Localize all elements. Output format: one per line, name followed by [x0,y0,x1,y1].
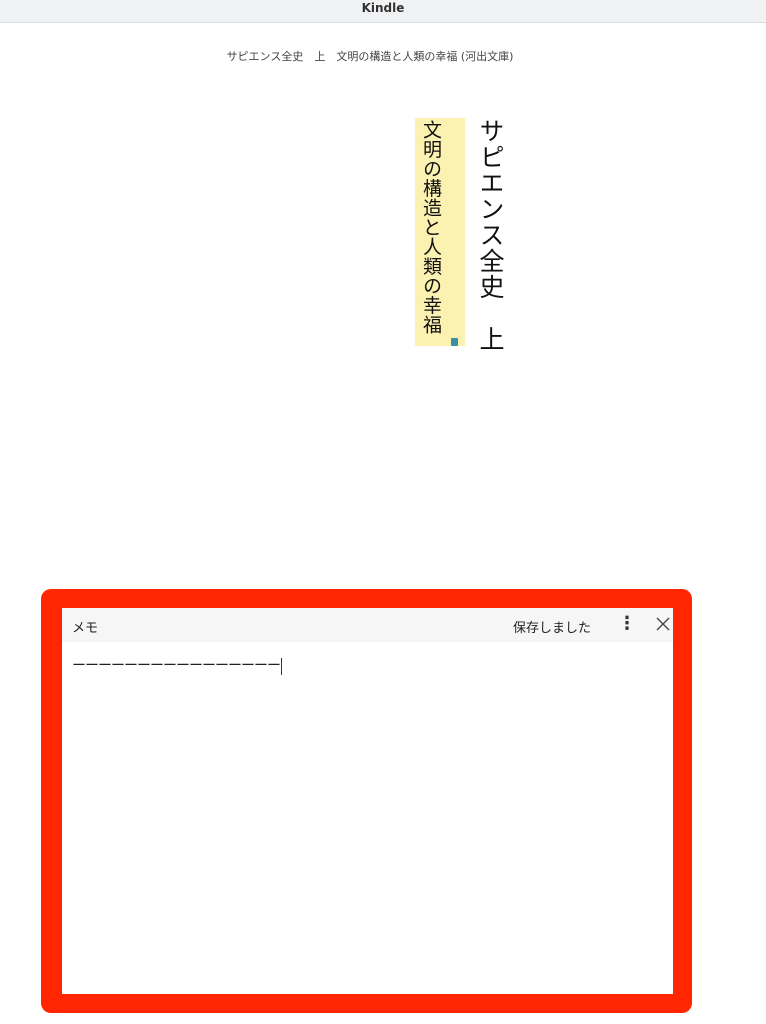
book-subtitle-highlighted[interactable]: 文明の構造と人類の幸福 [418,120,444,335]
memo-save-status: 保存しました [513,621,592,636]
memo-title: メモ [72,621,99,636]
note-icon[interactable] [451,338,458,346]
more-vertical-icon[interactable]: ⋮ [618,613,636,637]
close-icon[interactable] [654,615,672,633]
window-titlebar: Kindle [0,0,766,23]
memo-content: ーーーーーーーーーーーーーーーー [72,658,281,674]
memo-panel: メモ 保存しました ⋮ ーーーーーーーーーーーーーーーー [62,608,673,994]
book-header: サピエンス全史 上 文明の構造と人類の幸福 (河出文庫) [226,50,514,63]
memo-header: メモ 保存しました ⋮ [62,608,673,642]
window-title: Kindle [361,1,405,15]
text-caret [281,657,282,675]
memo-text-input[interactable]: ーーーーーーーーーーーーーーーー [72,655,282,675]
book-title[interactable]: サピエンス全史 上 [474,118,506,352]
